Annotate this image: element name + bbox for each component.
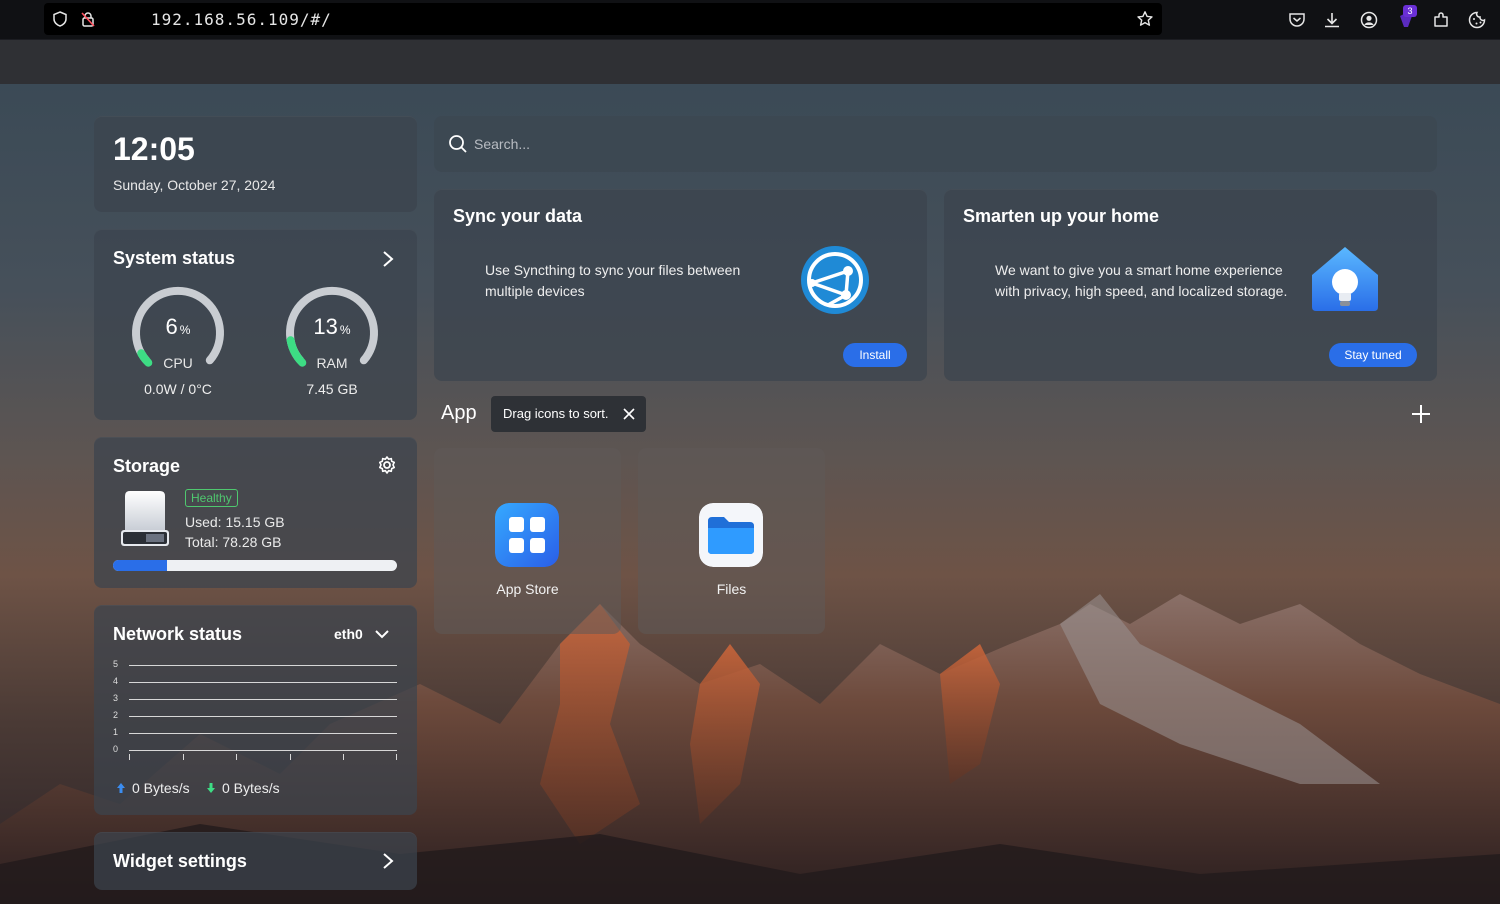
cookie-icon[interactable]: [1467, 10, 1487, 30]
chart-gridline: 5: [113, 659, 397, 671]
download-icon[interactable]: [1322, 10, 1342, 30]
widget-settings-title: Widget settings: [113, 851, 247, 871]
system-status-title: System status: [113, 248, 236, 268]
clock-time: 12:05: [113, 131, 195, 167]
url-text[interactable]: 192.168.56.109/#/: [151, 10, 332, 29]
sort-tooltip: Drag icons to sort.: [491, 396, 646, 432]
cpu-value: 6: [165, 314, 178, 339]
stay-tuned-button[interactable]: Stay tuned: [1329, 343, 1417, 367]
storage-progress-fill: [113, 560, 167, 571]
app-name: App Store: [496, 581, 559, 597]
cpu-label: CPU: [163, 355, 193, 371]
storage-used: Used: 15.15 GB: [185, 514, 285, 530]
hard-drive-icon: [121, 491, 169, 546]
pocket-icon[interactable]: [1287, 10, 1307, 30]
chevron-right-icon[interactable]: [381, 852, 395, 870]
upload-arrow-icon: [117, 783, 125, 793]
storage-title: Storage: [113, 456, 181, 476]
y-tick: 4: [113, 676, 119, 686]
ram-label: RAM: [316, 355, 348, 371]
storage-total: Total: 78.28 GB: [185, 534, 282, 550]
y-tick: 0: [113, 744, 119, 754]
promo-description: We want to give you a smart home experie…: [995, 262, 1288, 299]
ram-size: 7.45 GB: [306, 381, 358, 397]
browser-toolbar: 192.168.56.109/#/ 3: [0, 0, 1500, 40]
ram-value: 13: [313, 314, 338, 339]
gear-icon[interactable]: [377, 455, 397, 475]
browser-tab-strip: [0, 40, 1500, 84]
bookmark-star-icon[interactable]: [1136, 10, 1154, 28]
ram-gauge: 13% RAM: [282, 283, 382, 383]
network-status-widget: Network status eth0 5 4 3 2 1 0 0 Bytes/…: [94, 605, 417, 815]
promo-title: Sync your data: [453, 206, 583, 226]
y-tick: 2: [113, 710, 119, 720]
ram-unit: %: [339, 323, 351, 337]
search-icon: [449, 135, 467, 153]
smart-home-promo-card: Smarten up your home We want to give you…: [944, 189, 1437, 381]
close-icon[interactable]: [622, 407, 636, 421]
promo-description: Use Syncthing to sync your files between…: [485, 262, 741, 299]
app-store-icon: [495, 503, 559, 567]
files-icon: [699, 503, 763, 567]
storage-widget: Storage Healthy Used: 15.15 GB Total: 78…: [94, 437, 417, 588]
extension-badge: 3: [1403, 5, 1417, 17]
y-tick: 5: [113, 659, 119, 669]
chart-gridline: 3: [113, 693, 397, 705]
extensions-puzzle-icon[interactable]: [1431, 10, 1451, 30]
chart-gridline: 1: [113, 727, 397, 739]
cpu-unit: %: [179, 323, 191, 337]
health-badge: Healthy: [185, 489, 238, 507]
search-bar[interactable]: [434, 116, 1437, 172]
chart-gridline: 4: [113, 676, 397, 688]
system-status-widget: System status 6% CPU 0.0W / 0°C 13% RAM …: [94, 229, 417, 420]
insecure-lock-icon[interactable]: [80, 11, 96, 27]
sync-promo-card: Sync your data Use Syncthing to sync you…: [434, 189, 927, 381]
upload-speed: 0 Bytes/s: [132, 780, 190, 796]
chevron-right-icon[interactable]: [381, 250, 395, 268]
address-bar[interactable]: 192.168.56.109/#/: [44, 3, 1162, 35]
app-tile-app-store[interactable]: App Store: [434, 448, 621, 634]
network-status-title: Network status: [113, 624, 243, 644]
chevron-down-icon[interactable]: [374, 628, 390, 640]
shield-icon[interactable]: [52, 11, 68, 27]
download-speed: 0 Bytes/s: [222, 780, 280, 796]
y-tick: 1: [113, 727, 119, 737]
search-input[interactable]: [474, 133, 1374, 155]
smart-home-bulb-icon: [1312, 247, 1378, 311]
install-button[interactable]: Install: [843, 343, 907, 367]
chart-x-axis: [129, 754, 397, 760]
network-interface-select[interactable]: eth0: [334, 626, 363, 642]
app-tile-files[interactable]: Files: [638, 448, 825, 634]
syncthing-icon: [801, 246, 869, 314]
account-icon[interactable]: [1359, 10, 1379, 30]
y-tick: 3: [113, 693, 119, 703]
app-name: Files: [716, 581, 747, 597]
apps-heading: App: [441, 402, 477, 424]
widget-settings-button[interactable]: Widget settings: [94, 832, 417, 890]
clock-date: Sunday, October 27, 2024: [113, 177, 276, 193]
chart-gridline: 2: [113, 710, 397, 722]
clock-widget: 12:05 Sunday, October 27, 2024: [94, 116, 417, 212]
cpu-gauge: 6% CPU: [128, 283, 228, 383]
add-app-icon[interactable]: [1410, 403, 1432, 425]
tooltip-text: Drag icons to sort.: [503, 406, 609, 421]
promo-title: Smarten up your home: [963, 206, 1160, 226]
cpu-power-temp: 0.0W / 0°C: [144, 381, 212, 397]
download-arrow-icon: [207, 783, 215, 793]
storage-progress-bar: [113, 560, 397, 571]
